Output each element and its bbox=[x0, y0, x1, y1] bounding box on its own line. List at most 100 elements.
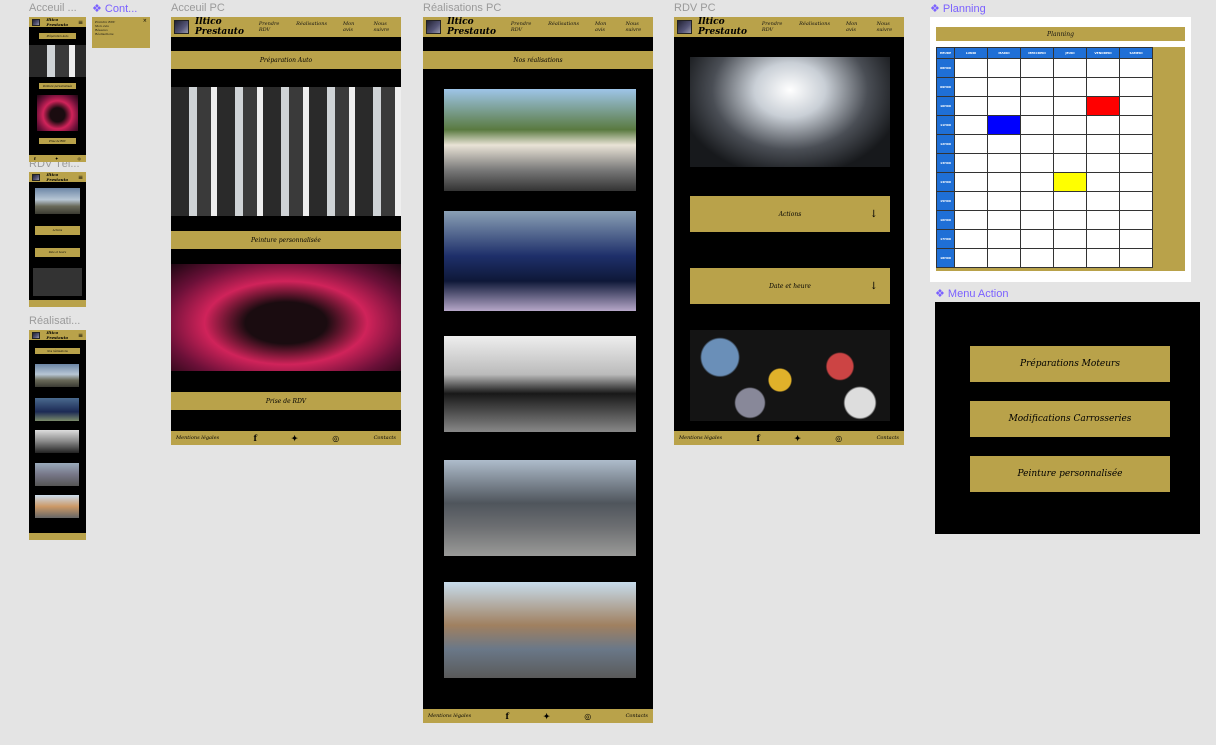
logo[interactable] bbox=[32, 173, 41, 181]
footer-legal-link[interactable]: Mentions légales bbox=[679, 435, 722, 441]
planning-slot[interactable] bbox=[1020, 153, 1054, 173]
nav-link-avis[interactable]: Mon avis bbox=[846, 21, 861, 33]
planning-slot[interactable] bbox=[1053, 172, 1087, 192]
planning-slot[interactable] bbox=[1053, 229, 1087, 249]
planning-slot[interactable] bbox=[1053, 77, 1087, 97]
instagram-icon[interactable]: ◎ bbox=[835, 433, 842, 443]
planning-slot[interactable] bbox=[987, 96, 1021, 116]
planning-slot[interactable] bbox=[987, 153, 1021, 173]
twitter-icon[interactable]: ✦ bbox=[543, 711, 550, 721]
facebook-icon[interactable]: f bbox=[756, 433, 759, 443]
planning-slot[interactable] bbox=[1053, 210, 1087, 230]
nav-link-realisations[interactable]: Réalisations bbox=[799, 21, 830, 33]
planning-slot[interactable] bbox=[1053, 115, 1087, 135]
logo[interactable] bbox=[32, 18, 41, 26]
logo[interactable] bbox=[677, 20, 692, 34]
logo[interactable] bbox=[32, 331, 41, 339]
logo[interactable] bbox=[174, 20, 189, 34]
nav-link-rdv[interactable]: Prendre RDV bbox=[511, 21, 532, 33]
facebook-icon[interactable]: f bbox=[34, 156, 36, 161]
planning-slot[interactable] bbox=[1053, 191, 1087, 211]
planning-slot[interactable] bbox=[954, 77, 988, 97]
nav-link-realisations[interactable]: Réalisations bbox=[548, 21, 579, 33]
planning-slot[interactable] bbox=[1020, 191, 1054, 211]
burger-menu-icon[interactable]: ≡ bbox=[78, 174, 83, 181]
planning-slot[interactable] bbox=[1119, 153, 1153, 173]
planning-slot[interactable] bbox=[954, 153, 988, 173]
planning-slot[interactable] bbox=[1119, 191, 1153, 211]
nav-link-suivre[interactable]: Nous suivre bbox=[877, 21, 896, 33]
planning-slot[interactable] bbox=[954, 191, 988, 211]
planning-slot[interactable] bbox=[987, 248, 1021, 268]
instagram-icon[interactable]: ◎ bbox=[332, 433, 339, 443]
planning-slot[interactable] bbox=[1020, 77, 1054, 97]
planning-slot[interactable] bbox=[1119, 134, 1153, 154]
planning-slot[interactable] bbox=[1020, 210, 1054, 230]
planning-slot[interactable] bbox=[987, 115, 1021, 135]
instagram-icon[interactable]: ◎ bbox=[584, 711, 591, 721]
planning-slot[interactable] bbox=[1053, 153, 1087, 173]
rdv-button[interactable]: Prise de RDV bbox=[171, 392, 401, 410]
twitter-icon[interactable]: ✦ bbox=[291, 433, 298, 443]
planning-slot[interactable] bbox=[987, 58, 1021, 78]
footer-legal-link[interactable]: Mentions légales bbox=[176, 435, 219, 441]
footer-legal-link[interactable]: Mentions légales bbox=[428, 713, 471, 719]
planning-slot[interactable] bbox=[1086, 153, 1120, 173]
planning-slot[interactable] bbox=[1020, 115, 1054, 135]
planning-slot[interactable] bbox=[987, 172, 1021, 192]
footer-contact-link[interactable]: Contacts bbox=[374, 435, 396, 441]
planning-slot[interactable] bbox=[954, 172, 988, 192]
nav-link-avis[interactable]: Mon avis bbox=[595, 21, 610, 33]
date-dropdown[interactable]: Date et heure ↓ bbox=[690, 268, 890, 304]
planning-slot[interactable] bbox=[1053, 96, 1087, 116]
planning-slot[interactable] bbox=[1119, 58, 1153, 78]
nav-link-avis[interactable]: Mon avis bbox=[343, 21, 358, 33]
planning-slot[interactable] bbox=[1119, 77, 1153, 97]
planning-slot[interactable] bbox=[987, 77, 1021, 97]
planning-slot[interactable] bbox=[954, 229, 988, 249]
planning-slot[interactable] bbox=[1020, 58, 1054, 78]
mobile-section-rdv[interactable]: Prise de RDV bbox=[39, 138, 76, 144]
planning-slot[interactable] bbox=[1086, 229, 1120, 249]
nav-link-rdv[interactable]: Prendre RDV bbox=[762, 21, 783, 33]
planning-slot[interactable] bbox=[1119, 229, 1153, 249]
planning-slot[interactable] bbox=[987, 210, 1021, 230]
planning-slot[interactable] bbox=[954, 58, 988, 78]
planning-slot[interactable] bbox=[1020, 96, 1054, 116]
nav-link-rdv[interactable]: Prendre RDV bbox=[259, 21, 280, 33]
planning-slot[interactable] bbox=[1053, 134, 1087, 154]
planning-slot[interactable] bbox=[1119, 96, 1153, 116]
menu-action-moteurs[interactable]: Préparations Moteurs bbox=[970, 346, 1170, 382]
planning-slot[interactable] bbox=[954, 248, 988, 268]
planning-slot[interactable] bbox=[1119, 172, 1153, 192]
planning-slot[interactable] bbox=[954, 134, 988, 154]
planning-slot[interactable] bbox=[954, 96, 988, 116]
close-icon[interactable]: × bbox=[143, 18, 147, 24]
facebook-icon[interactable]: f bbox=[253, 433, 256, 443]
nav-link-suivre[interactable]: Nous suivre bbox=[626, 21, 645, 33]
planning-slot[interactable] bbox=[954, 210, 988, 230]
logo[interactable] bbox=[426, 20, 441, 34]
nav-link-realisations[interactable]: Réalisations bbox=[296, 21, 327, 33]
contact-menu-item[interactable]: Réalisations bbox=[95, 32, 147, 36]
actions-dropdown[interactable]: Actions ↓ bbox=[690, 196, 890, 232]
twitter-icon[interactable]: ✦ bbox=[55, 156, 58, 161]
planning-slot[interactable] bbox=[1053, 58, 1087, 78]
planning-slot[interactable] bbox=[1020, 248, 1054, 268]
planning-slot[interactable] bbox=[1119, 210, 1153, 230]
mobile-actions-dropdown[interactable]: Actions bbox=[35, 226, 80, 235]
twitter-icon[interactable]: ✦ bbox=[794, 433, 801, 443]
planning-slot[interactable] bbox=[987, 134, 1021, 154]
planning-slot[interactable] bbox=[1086, 77, 1120, 97]
planning-slot[interactable] bbox=[1086, 191, 1120, 211]
planning-slot[interactable] bbox=[1086, 58, 1120, 78]
facebook-icon[interactable]: f bbox=[505, 711, 508, 721]
mobile-date-dropdown[interactable]: Date et heure bbox=[35, 248, 80, 257]
planning-slot[interactable] bbox=[1119, 115, 1153, 135]
planning-slot[interactable] bbox=[954, 115, 988, 135]
planning-slot[interactable] bbox=[1086, 96, 1120, 116]
planning-slot[interactable] bbox=[987, 229, 1021, 249]
footer-contact-link[interactable]: Contacts bbox=[626, 713, 648, 719]
planning-slot[interactable] bbox=[1119, 248, 1153, 268]
planning-slot[interactable] bbox=[1086, 248, 1120, 268]
